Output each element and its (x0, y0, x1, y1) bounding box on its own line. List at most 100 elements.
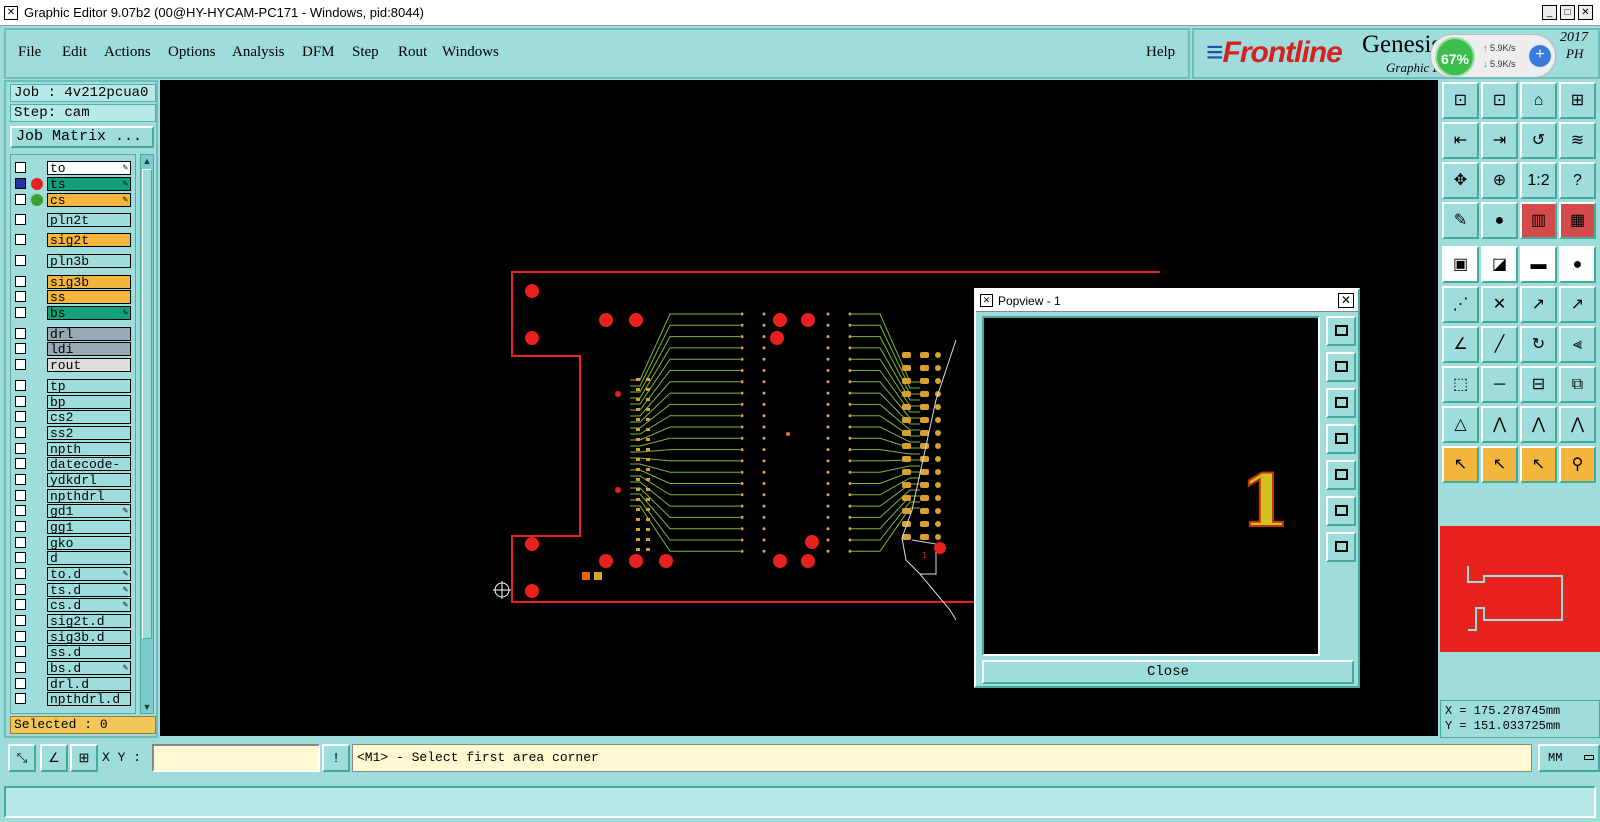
layer-checkbox[interactable] (15, 234, 26, 245)
layer-checkbox[interactable] (15, 380, 26, 391)
layer-name[interactable]: datecode-bs (47, 457, 131, 484)
menu-options[interactable]: Options (168, 44, 216, 61)
layer-checkbox[interactable] (15, 490, 26, 501)
layer-name[interactable]: ydkdrl (47, 473, 131, 487)
maximize-button[interactable]: □ (1560, 5, 1575, 20)
layer-name[interactable]: to ✎ (47, 161, 131, 175)
layer-row-cs2[interactable]: cs2 (13, 410, 133, 424)
layer-checkbox[interactable] (15, 678, 26, 689)
layer-checkbox[interactable] (15, 521, 26, 532)
layer-name[interactable]: gko (47, 536, 131, 550)
layer-row-pln2t[interactable]: pln2t (13, 213, 133, 227)
layer-row-gko[interactable]: gko (13, 536, 133, 550)
undo-zoom-icon[interactable]: ↺ (1520, 122, 1557, 159)
rotate-icon[interactable]: ↻ (1520, 326, 1557, 363)
layer-checkbox[interactable] (15, 568, 26, 579)
layer-name[interactable]: cs.d ✎ (47, 598, 131, 612)
layer-name[interactable]: pln3b (47, 254, 131, 268)
layer-checkbox[interactable] (15, 662, 26, 673)
layer-checkbox[interactable] (15, 178, 26, 189)
layer-row-ss-d[interactable]: ss.d (13, 645, 133, 659)
home-up-icon[interactable]: ⊡ (1442, 82, 1479, 119)
route-icon[interactable]: ⚲ (1559, 446, 1596, 483)
ruler-horizontal-icon[interactable]: ▬ (1520, 246, 1557, 283)
help-icon[interactable]: ? (1559, 162, 1596, 199)
menu-help[interactable]: Help (1146, 44, 1175, 61)
layer-checkbox[interactable] (15, 615, 26, 626)
arc-arrow-icon[interactable]: ⋀ (1481, 406, 1518, 443)
layer-checkbox[interactable] (15, 328, 26, 339)
menu-step[interactable]: Step (352, 44, 379, 61)
pan-right-icon[interactable]: ⇥ (1481, 122, 1518, 159)
layer-name[interactable]: ss2 (47, 426, 131, 440)
layer-name[interactable]: bs.d ✎ (47, 661, 131, 675)
layer-checkbox[interactable] (15, 474, 26, 485)
layer-name[interactable]: sig3b.d (47, 630, 131, 644)
layer-name[interactable]: bp (47, 395, 131, 409)
pan-left-icon[interactable]: ⇤ (1442, 122, 1479, 159)
layer-row-sig3b-d[interactable]: sig3b.d (13, 630, 133, 644)
layer-row-bs-d[interactable]: bs.d ✎ (13, 661, 133, 675)
layer-row-ss2[interactable]: ss2 (13, 426, 133, 440)
measure-icon[interactable]: ● (1481, 202, 1518, 239)
minimap[interactable] (1440, 526, 1600, 652)
line-icon[interactable]: ◪ (1481, 246, 1518, 283)
layer-checkbox[interactable] (15, 411, 26, 422)
center-icon[interactable]: ⊕ (1481, 162, 1518, 199)
menu-edit[interactable]: Edit (62, 44, 87, 61)
layer-name[interactable]: npthdrl (47, 489, 131, 503)
select-box-icon[interactable]: ⬚ (1442, 366, 1479, 403)
layer-checkbox[interactable] (15, 693, 26, 704)
layer-row-cs[interactable]: cs ✎ (13, 193, 133, 207)
layer-name[interactable]: rout (47, 358, 131, 372)
layer-checkbox[interactable] (15, 584, 26, 595)
snap-icon[interactable]: ⤡ (8, 744, 36, 772)
layer-checkbox[interactable] (15, 162, 26, 173)
arc-plus-icon[interactable]: ⋀ (1520, 406, 1557, 443)
dot-icon[interactable]: ● (1559, 246, 1596, 283)
layer-name[interactable]: sig3b (47, 275, 131, 289)
popview-pan-down-icon[interactable] (1326, 388, 1356, 418)
layer-checkbox[interactable] (15, 214, 26, 225)
ruler-icon[interactable]: ✎ (1442, 202, 1479, 239)
layer-row-to[interactable]: to ✎ (13, 161, 133, 175)
layer-name[interactable]: pln2t (47, 213, 131, 227)
line-tool-icon[interactable]: ─ (1481, 366, 1518, 403)
units-select[interactable]: MM (1538, 744, 1600, 772)
layer-name[interactable]: tp (47, 379, 131, 393)
layer-row-ts[interactable]: ts ✎ (13, 177, 133, 191)
layer-name[interactable]: bs ✎ (47, 306, 131, 320)
layer-name[interactable]: gd1 ✎ (47, 504, 131, 518)
popview-titlebar[interactable]: ✕ Popview - 1 ✕ (976, 290, 1358, 312)
layer-row-ss[interactable]: ss (13, 290, 133, 304)
layer-row-ts-d[interactable]: ts.d ✎ (13, 583, 133, 597)
ratio-icon[interactable]: 1:2 (1520, 162, 1557, 199)
layer-checkbox[interactable] (15, 307, 26, 318)
layer-row-pln3b[interactable]: pln3b (13, 254, 133, 268)
redraw-icon[interactable]: ≋ (1559, 122, 1596, 159)
slope-icon[interactable]: ╱ (1481, 326, 1518, 363)
layer-row-npth[interactable]: npth (13, 442, 133, 456)
layer-row-tp[interactable]: tp (13, 379, 133, 393)
layer-checkbox[interactable] (15, 291, 26, 302)
connect-icon[interactable]: ⋰ (1442, 286, 1479, 323)
popview-zoom-out-icon[interactable] (1326, 532, 1356, 562)
layer-name[interactable]: ts ✎ (47, 177, 131, 191)
layer-checkbox[interactable] (15, 505, 26, 516)
angle-icon[interactable]: ∠ (1442, 326, 1479, 363)
layer-name[interactable]: ts.d ✎ (47, 583, 131, 597)
layer-checkbox[interactable] (15, 396, 26, 407)
layer-checkbox[interactable] (15, 359, 26, 370)
layer-checkbox[interactable] (15, 276, 26, 287)
layer-row-sig2t[interactable]: sig2t (13, 233, 133, 247)
group-icon[interactable]: ⧉ (1559, 366, 1596, 403)
pointer-box-icon[interactable]: ↖ (1481, 446, 1518, 483)
layer-checkbox[interactable] (15, 646, 26, 657)
layer-row-to-d[interactable]: to.d ✎ (13, 567, 133, 581)
layer-row-npthdrl-d[interactable]: npthdrl.d (13, 692, 133, 706)
move-node-icon[interactable]: ↗ (1559, 286, 1596, 323)
layer-name[interactable]: cs2 (47, 410, 131, 424)
grid-icon[interactable]: ⊞ (70, 744, 98, 772)
xy-input[interactable] (152, 744, 320, 772)
layer-name[interactable]: ldi (47, 342, 131, 356)
